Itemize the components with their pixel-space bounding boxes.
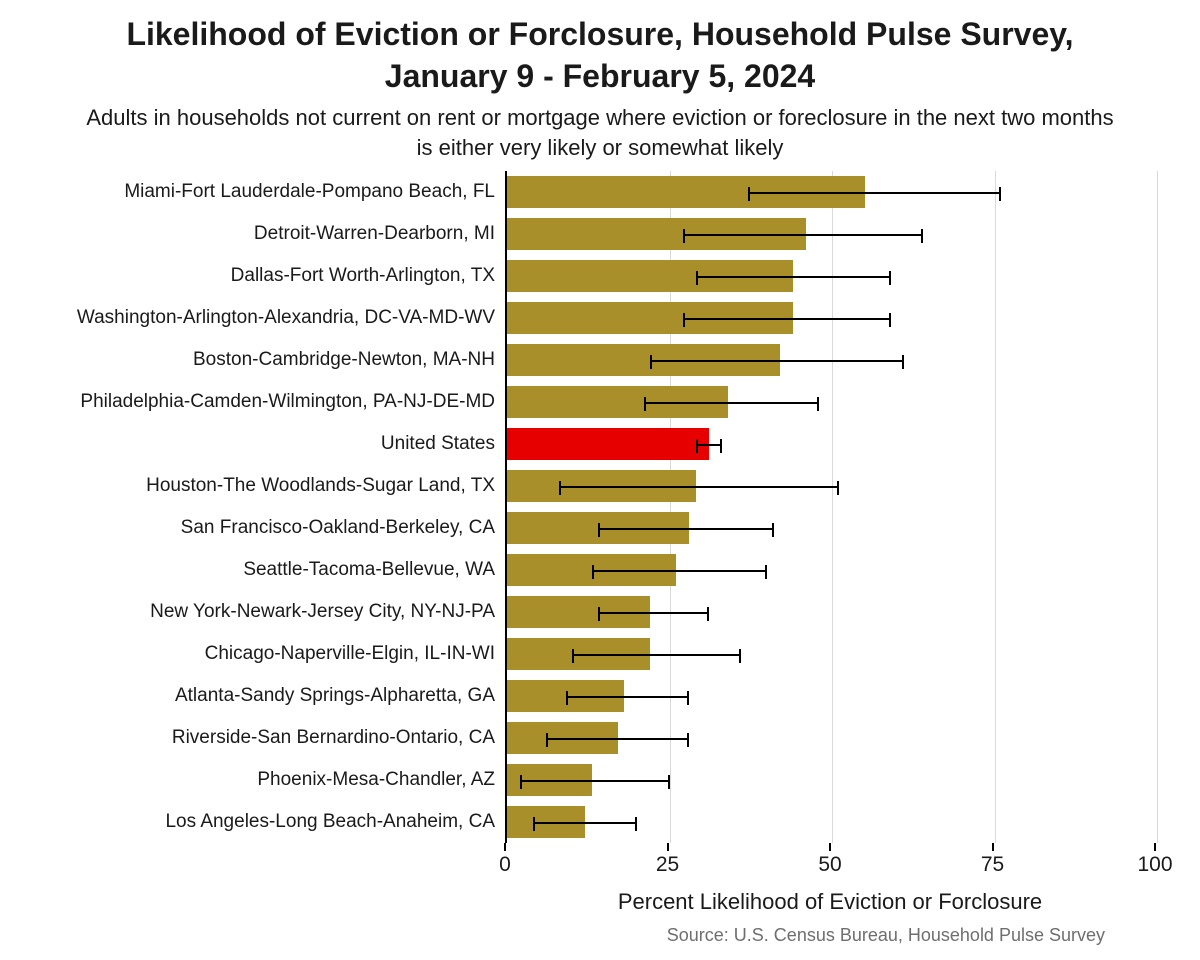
category-label: New York-Newark-Jersey City, NY-NJ-PA (45, 591, 495, 633)
category-label: United States (45, 423, 495, 465)
bar-row (507, 339, 1157, 381)
category-label: Seattle-Tacoma-Bellevue, WA (45, 549, 495, 591)
x-tick-label: 0 (485, 853, 525, 877)
category-label: Phoenix-Mesa-Chandler, AZ (45, 759, 495, 801)
plot-area: Miami-Fort Lauderdale-Pompano Beach, FLD… (45, 171, 1155, 843)
category-label: Chicago-Naperville-Elgin, IL-IN-WI (45, 633, 495, 675)
source-caption: Source: U.S. Census Bureau, Household Pu… (667, 925, 1105, 946)
x-tick-label: 100 (1135, 853, 1175, 877)
bar-row (507, 759, 1157, 801)
chart-container: Likelihood of Eviction or Forclosure, Ho… (0, 0, 1200, 960)
error-bar (520, 780, 670, 782)
error-bar (546, 738, 689, 740)
x-tick-label: 50 (810, 853, 850, 877)
error-bar (748, 192, 1002, 194)
x-tick-label: 25 (648, 853, 688, 877)
bar-row (507, 381, 1157, 423)
bar-row (507, 675, 1157, 717)
category-label: Miami-Fort Lauderdale-Pompano Beach, FL (45, 171, 495, 213)
bar-row (507, 171, 1157, 213)
chart-title: Likelihood of Eviction or Forclosure, Ho… (90, 14, 1110, 97)
category-label: Riverside-San Bernardino-Ontario, CA (45, 717, 495, 759)
category-label: San Francisco-Oakland-Berkeley, CA (45, 507, 495, 549)
plot-inner (505, 171, 1155, 843)
x-axis-label: Percent Likelihood of Eviction or Forclo… (505, 889, 1155, 915)
bar-row (507, 255, 1157, 297)
category-label: Washington-Arlington-Alexandria, DC-VA-M… (45, 297, 495, 339)
error-bar (696, 444, 722, 446)
bar-row (507, 717, 1157, 759)
chart-subtitle: Adults in households not current on rent… (80, 103, 1120, 162)
category-label: Atlanta-Sandy Springs-Alpharetta, GA (45, 675, 495, 717)
bar-row (507, 465, 1157, 507)
error-bar (683, 234, 924, 236)
error-bar (598, 612, 709, 614)
category-label: Boston-Cambridge-Newton, MA-NH (45, 339, 495, 381)
bar-row (507, 801, 1157, 843)
bar-row (507, 591, 1157, 633)
bar-row (507, 423, 1157, 465)
category-label: Philadelphia-Camden-Wilmington, PA-NJ-DE… (45, 381, 495, 423)
bar-highlight (507, 428, 709, 460)
error-bar (533, 822, 637, 824)
x-tick-label: 75 (973, 853, 1013, 877)
category-label: Detroit-Warren-Dearborn, MI (45, 213, 495, 255)
error-bar (598, 528, 774, 530)
category-label: Dallas-Fort Worth-Arlington, TX (45, 255, 495, 297)
category-label: Houston-The Woodlands-Sugar Land, TX (45, 465, 495, 507)
error-bar (566, 696, 690, 698)
bar-row (507, 507, 1157, 549)
bar-row (507, 213, 1157, 255)
gridline (1157, 171, 1158, 843)
error-bar (650, 360, 904, 362)
error-bar (592, 570, 768, 572)
error-bar (644, 402, 820, 404)
bar-row (507, 633, 1157, 675)
error-bar (559, 486, 839, 488)
bar-row (507, 549, 1157, 591)
bar-row (507, 297, 1157, 339)
error-bar (683, 318, 891, 320)
category-label: Los Angeles-Long Beach-Anaheim, CA (45, 801, 495, 843)
error-bar (572, 654, 741, 656)
error-bar (696, 276, 891, 278)
